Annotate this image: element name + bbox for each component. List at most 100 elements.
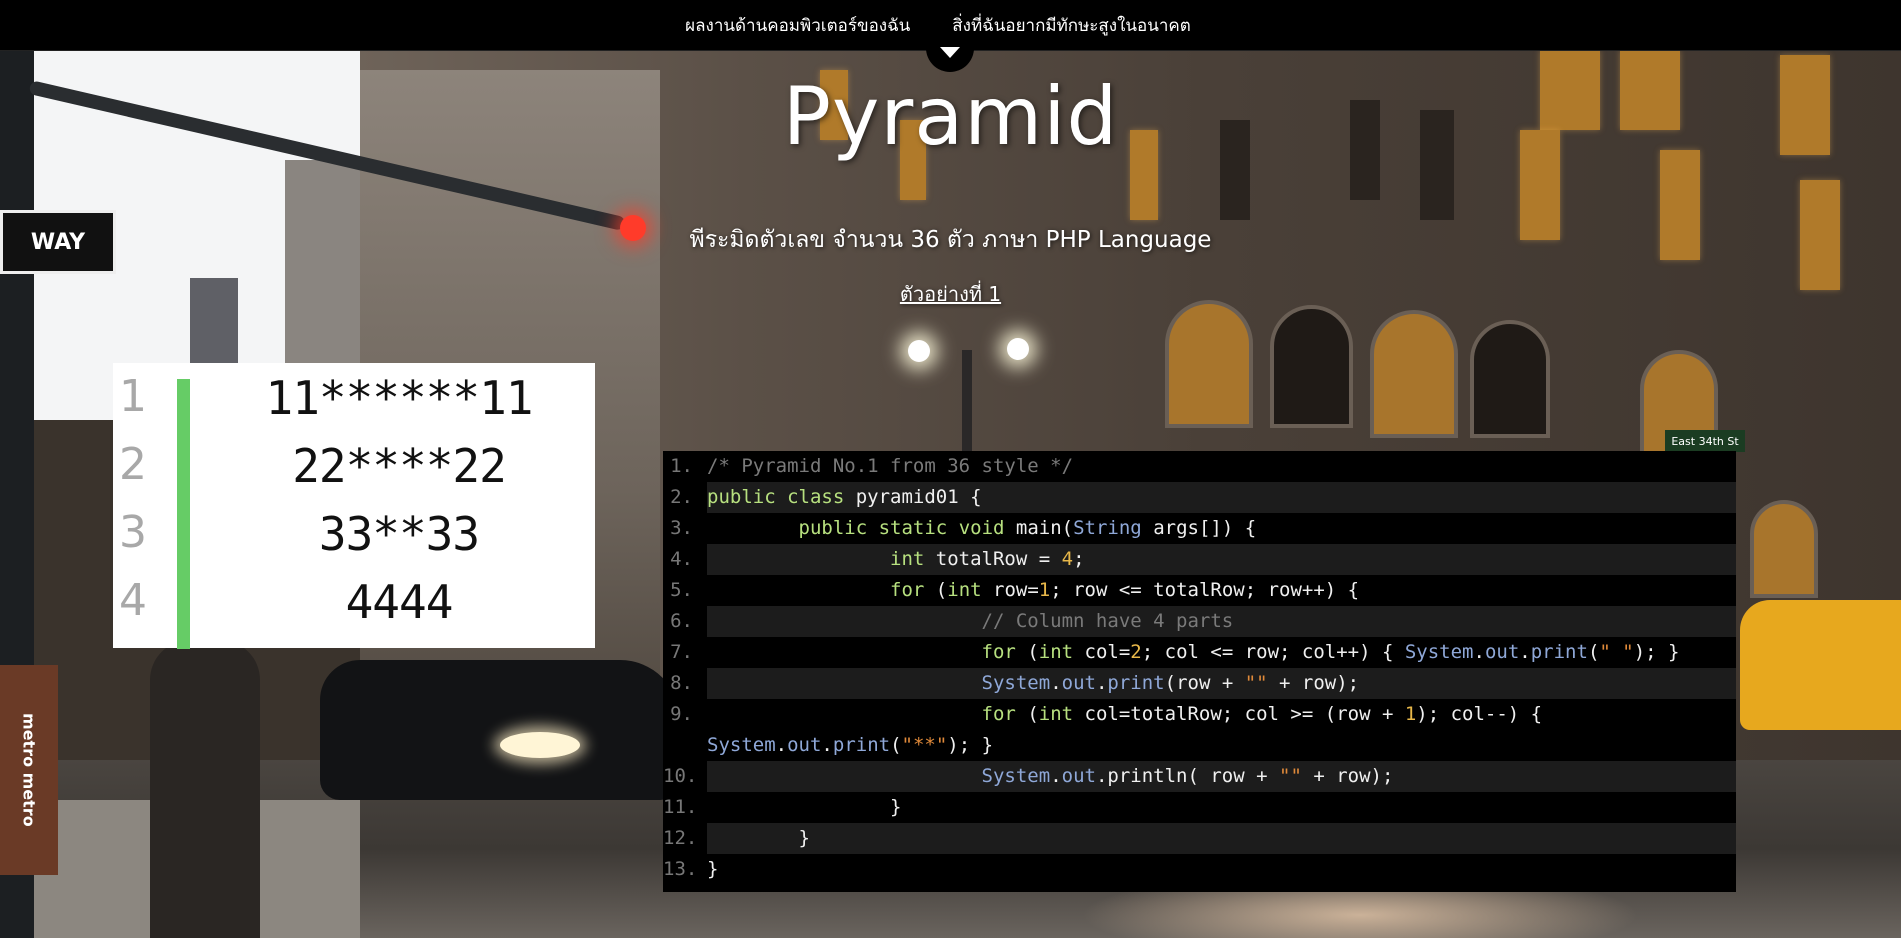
black-car: [320, 660, 680, 800]
code-token: row=: [981, 579, 1039, 601]
code-text: for (int col=totalRow; col >= (row + 1);…: [707, 699, 1736, 761]
code-token: static: [878, 517, 948, 539]
nav-link-computer-works[interactable]: ผลงานด้านคอมพิวเตอร์ของฉัน: [685, 12, 910, 39]
example-1-link[interactable]: ตัวอย่างที่ 1: [900, 282, 1001, 306]
code-token: + row);: [1301, 765, 1394, 787]
code-line: 13.}: [663, 854, 1736, 885]
code-token: out: [787, 734, 822, 756]
street-lamp-light: [908, 340, 930, 362]
code-token: "": [1279, 765, 1302, 787]
code-line: 8. System.out.print(row + "" + row);: [663, 668, 1736, 699]
output-row: 1 11******11: [113, 363, 595, 433]
code-text: int totalRow = 4;: [707, 544, 1736, 575]
code-text: // Column have 4 parts: [707, 606, 1736, 637]
line-number: 8.: [670, 672, 693, 694]
code-line: 2. public class pyramid01 {: [663, 482, 1736, 513]
code-token: for: [981, 703, 1016, 725]
code-token: }: [707, 796, 902, 818]
code-token: .println( row +: [1095, 765, 1279, 787]
street-lamp-light: [1007, 338, 1029, 360]
chevron-down-icon: [940, 47, 960, 58]
street-sign: East 34th St: [1665, 430, 1745, 452]
page-title: Pyramid: [782, 70, 1119, 163]
code-token: System: [981, 765, 1051, 787]
code-token: + row);: [1267, 672, 1360, 694]
output-line-number: 4: [119, 575, 147, 626]
code-text: }: [707, 854, 1736, 885]
code-token: public: [707, 486, 776, 508]
code-token: ;: [1073, 548, 1085, 570]
code-token: int: [890, 548, 925, 570]
line-number: 6.: [670, 610, 693, 632]
code-token: pyramid01 {: [844, 486, 982, 508]
code-token: .: [775, 734, 788, 756]
code-token: (: [1015, 641, 1039, 663]
code-token: out: [1061, 765, 1096, 787]
line-number: 5.: [670, 579, 693, 601]
line-number: 13.: [663, 858, 698, 880]
code-token: (: [924, 579, 948, 601]
code-line: 4. int totalRow = 4;: [663, 544, 1736, 575]
code-token: out: [1061, 672, 1096, 694]
code-token: for: [890, 579, 925, 601]
nav-link-future-skills[interactable]: สิ่งที่ฉันอยากมีทักษะสูงในอนาคต: [952, 12, 1191, 39]
code-token: print: [832, 734, 891, 756]
pyramid-output-image: 1 11******11 2 22****22 3 33**33 4 4444: [113, 363, 595, 649]
pedestrian: [150, 640, 260, 938]
code-token: ); col--) {: [1416, 703, 1543, 725]
code-text: }: [707, 823, 1736, 854]
arched-window: [1165, 300, 1253, 428]
code-token: void: [958, 517, 1005, 539]
code-text: public static void main(String args[]) {: [707, 513, 1736, 544]
code-token: print: [1107, 672, 1165, 694]
code-token: 2: [1130, 641, 1142, 663]
code-token: ; row <= totalRow; row++) {: [1050, 579, 1360, 601]
code-token: col=: [1073, 641, 1131, 663]
code-text: System.out.print(row + "" + row);: [707, 668, 1736, 699]
output-row: 2 22****22: [113, 431, 595, 501]
yellow-taxi: [1740, 600, 1901, 730]
code-line: 11. }: [663, 792, 1736, 823]
code-token: 1: [1404, 703, 1417, 725]
code-token: .: [1519, 641, 1531, 663]
code-text: for (int col=2; col <= row; col++) { Sys…: [707, 637, 1736, 668]
code-token: int: [1038, 641, 1074, 663]
line-number: 9.: [670, 703, 693, 725]
code-token: print: [1530, 641, 1588, 663]
line-number: 4.: [670, 548, 693, 570]
code-token: "": [1244, 672, 1268, 694]
code-token: (: [1587, 641, 1600, 663]
output-row: 3 33**33: [113, 499, 595, 569]
code-token: (: [1015, 703, 1039, 725]
code-token: " ": [1599, 641, 1634, 663]
line-number: 3.: [670, 517, 693, 539]
output-line-text: 33**33: [318, 507, 480, 561]
line-number: 2.: [670, 486, 693, 508]
line-number: 1.: [670, 455, 693, 477]
arched-window: [1370, 310, 1458, 438]
code-token: String: [1073, 517, 1142, 539]
code-token: .: [1050, 672, 1062, 694]
arched-window: [1750, 500, 1818, 598]
code-token: // Column have 4 parts: [981, 610, 1234, 632]
code-token: 1: [1038, 579, 1051, 601]
code-token: class: [787, 486, 845, 508]
output-row: 4 4444: [113, 567, 595, 637]
code-text: public class pyramid01 {: [707, 482, 1736, 513]
output-line-text: 22****22: [292, 439, 507, 493]
output-line-number: 1: [119, 371, 147, 422]
code-token: }: [707, 827, 810, 849]
code-line: 5. for (int row=1; row <= totalRow; row+…: [663, 575, 1736, 606]
output-line-text: 11******11: [265, 371, 534, 425]
code-token: args[]) {: [1141, 517, 1257, 539]
code-text: /* Pyramid No.1 from 36 style */: [707, 451, 1736, 482]
output-line-text: 4444: [345, 575, 454, 629]
code-token: "**": [901, 734, 948, 756]
output-line-number: 2: [119, 439, 147, 490]
